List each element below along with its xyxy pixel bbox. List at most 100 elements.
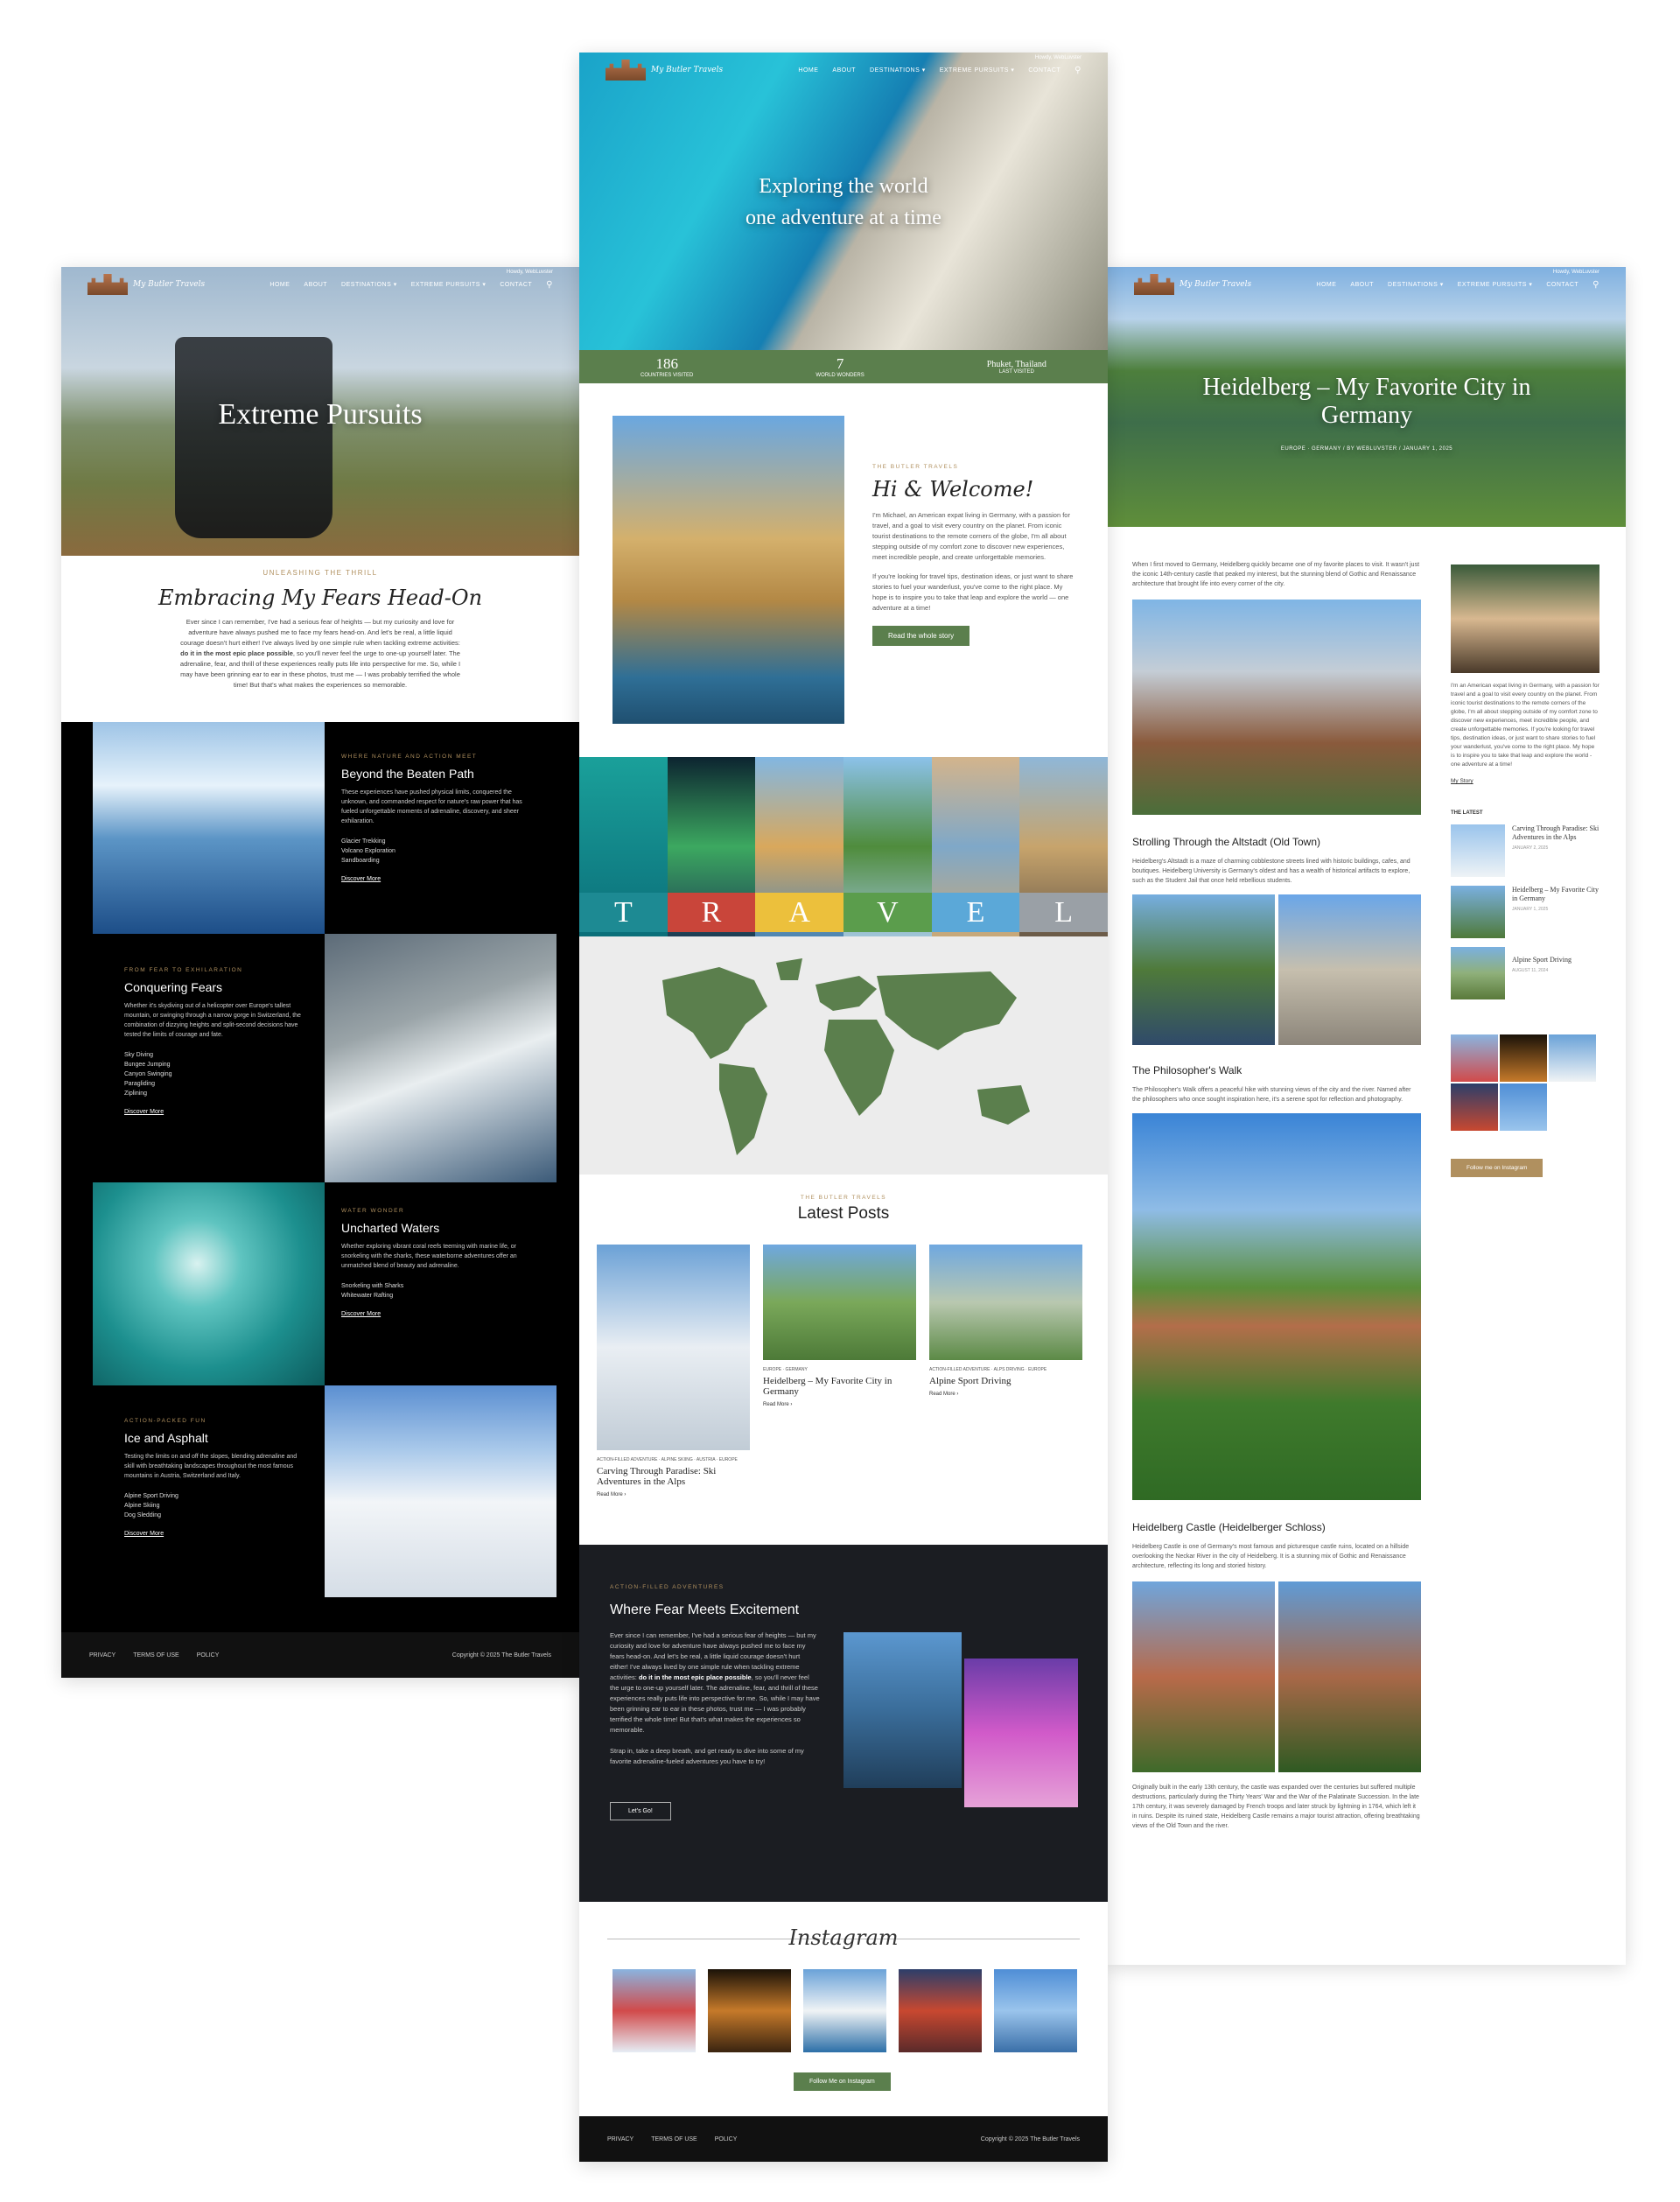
nav-home[interactable]: HOME: [798, 67, 818, 74]
admin-greeting: Howdy, WebLuvster: [506, 270, 553, 275]
castle-logo-icon: [1134, 274, 1174, 295]
footer-privacy[interactable]: PRIVACY: [89, 1652, 116, 1659]
heidelberg-page: Howdy, WebLuvster My Butler Travels HOME…: [1108, 267, 1626, 1965]
read-story-button[interactable]: Read the whole story: [872, 626, 970, 646]
search-icon[interactable]: ⚲: [1074, 66, 1082, 75]
site-logo[interactable]: My Butler Travels: [606, 60, 723, 81]
post-title[interactable]: Heidelberg – My Favorite City in Germany: [763, 1376, 916, 1397]
block-ice-asphalt: ACTION-PACKED FUN Ice and Asphalt Testin…: [124, 1418, 308, 1537]
post-card[interactable]: ACTION-FILLED ADVENTURE · ALPINE SKIING …: [597, 1245, 750, 1497]
nav-about[interactable]: ABOUT: [832, 67, 856, 74]
bridge-gate-image: [1278, 894, 1421, 1045]
main-nav: My Butler Travels HOME ABOUT DESTINATION…: [1108, 267, 1626, 302]
post-title[interactable]: Alpine Sport Driving: [929, 1376, 1082, 1386]
search-icon[interactable]: ⚲: [1592, 280, 1600, 290]
sidebar-post-thumb: [1451, 947, 1505, 999]
footer-privacy[interactable]: PRIVACY: [607, 2136, 634, 2142]
copyright: Copyright © 2025 The Butler Travels: [980, 2135, 1080, 2142]
site-logo[interactable]: My Butler Travels: [1134, 274, 1251, 295]
nav-contact[interactable]: CONTACT: [500, 282, 532, 288]
my-story-link[interactable]: My Story: [1451, 778, 1600, 784]
instagram-thumb[interactable]: [803, 1969, 886, 2052]
canyon-swing-image: [325, 934, 556, 1182]
follow-instagram-button[interactable]: Follow Me on Instagram: [794, 2072, 891, 2091]
read-more-link[interactable]: Read More ›: [763, 1402, 916, 1407]
post-title[interactable]: Carving Through Paradise: Ski Adventures…: [597, 1466, 750, 1487]
post-card[interactable]: ACTION-FILLED ADVENTURE · ALPS DRIVING ·…: [929, 1245, 1082, 1397]
sea-walk-image: [93, 1182, 325, 1385]
footer-terms[interactable]: TERMS OF USE: [133, 1652, 179, 1659]
nav-contact[interactable]: CONTACT: [1028, 67, 1060, 74]
intro-text: Ever since I can remember, I've had a se…: [179, 618, 461, 689]
nav-destinations[interactable]: DESTINATIONS ▾: [1388, 281, 1444, 288]
footer-policy[interactable]: POLICY: [197, 1652, 220, 1659]
nav-extreme-pursuits[interactable]: EXTREME PURSUITS ▾: [411, 281, 486, 288]
latest-title: Latest Posts: [797, 1204, 890, 1223]
nav-destinations[interactable]: DESTINATIONS ▾: [341, 281, 397, 288]
read-more-link[interactable]: Read More ›: [929, 1392, 1082, 1397]
post-title: Heidelberg – My Favorite City in Germany: [1202, 374, 1531, 429]
author-photo: [1451, 565, 1600, 673]
latest-posts-header: THE BUTLER TRAVELS Latest Posts: [579, 1195, 1108, 1224]
instagram-section: Instagram Follow Me on Instagram: [579, 1908, 1108, 2100]
nav-about[interactable]: ABOUT: [304, 282, 327, 288]
follow-instagram-button[interactable]: Follow me on Instagram: [1451, 1159, 1544, 1177]
footer-terms[interactable]: TERMS OF USE: [651, 2136, 697, 2142]
instagram-thumb[interactable]: [899, 1969, 982, 2052]
discover-more-link[interactable]: Discover More: [341, 876, 534, 882]
search-icon[interactable]: ⚲: [546, 280, 553, 290]
nav-home[interactable]: HOME: [270, 282, 290, 288]
extreme-pursuits-page: Howdy, WebLuvster My Butler Travels HOME…: [61, 267, 579, 1678]
fear-section: ACTION-FILLED ADVENTURES Where Fear Meet…: [579, 1545, 1108, 1902]
lets-go-button[interactable]: Let's Go!: [610, 1802, 671, 1820]
block-conquering: FROM FEAR TO EXHILARATION Conquering Fea…: [124, 967, 308, 1115]
nav-about[interactable]: ABOUT: [1350, 282, 1374, 288]
page-title: Extreme Pursuits: [218, 398, 423, 431]
stat-last-visited: Phuket, Thailand LAST VISITED: [986, 359, 1046, 375]
footer-policy[interactable]: POLICY: [715, 2136, 738, 2142]
nav-extreme-pursuits[interactable]: EXTREME PURSUITS ▾: [1458, 281, 1533, 288]
world-map: [579, 936, 1108, 1175]
travel-letters: T R A V E L: [579, 893, 1108, 932]
sidebar: I'm an American expat living in Germany,…: [1451, 565, 1600, 1177]
nav-home[interactable]: HOME: [1316, 282, 1336, 288]
sidebar-post-thumb: [1451, 886, 1505, 938]
iceberg-image: [93, 722, 325, 934]
sidebar-post[interactable]: Carving Through Paradise: Ski Adventures…: [1451, 824, 1600, 877]
stats-bar: 186 COUNTRIES VISITED 7 WORLD WONDERS Phuk…: [579, 350, 1108, 383]
instagram-thumb[interactable]: [1500, 1034, 1547, 1082]
castle-image: [1132, 1581, 1275, 1772]
world-map-graphic: [662, 958, 1030, 1155]
instagram-thumb[interactable]: [1451, 1083, 1498, 1131]
instagram-thumb[interactable]: [612, 1969, 696, 2052]
block-beyond: WHERE NATURE AND ACTION MEET Beyond the …: [341, 754, 534, 882]
discover-more-link[interactable]: Discover More: [124, 1109, 308, 1115]
instagram-thumb[interactable]: [1451, 1034, 1498, 1082]
copyright: Copyright © 2025 The Butler Travels: [452, 1652, 551, 1659]
instagram-thumb[interactable]: [708, 1969, 791, 2052]
castle-ruins-image: [1278, 1581, 1421, 1772]
instagram-thumb[interactable]: [994, 1969, 1077, 2052]
block-title: Conquering Fears: [124, 980, 223, 994]
discover-more-link[interactable]: Discover More: [124, 1531, 308, 1537]
post-card[interactable]: EUROPE · GERMANY Heidelberg – My Favorit…: [763, 1245, 916, 1407]
home-page: Howdy, WebLuvster My Butler Travels HOME…: [579, 53, 1108, 2162]
instagram-thumb[interactable]: [1549, 1034, 1596, 1082]
instagram-thumb[interactable]: [1500, 1083, 1547, 1131]
castle-logo-icon: [606, 60, 646, 81]
block-title: Beyond the Beaten Path: [341, 767, 474, 781]
article-body: When I first moved to Germany, Heidelber…: [1132, 562, 1421, 1829]
sidebar-post[interactable]: Heidelberg – My Favorite City in Germany…: [1451, 886, 1600, 938]
read-more-link[interactable]: Read More ›: [597, 1492, 750, 1497]
nav-extreme-pursuits[interactable]: EXTREME PURSUITS ▾: [940, 67, 1015, 74]
site-logo[interactable]: My Butler Travels: [88, 274, 205, 295]
intro-eyebrow: UNLEASHING THE THRILL: [262, 569, 378, 577]
home-hero: Howdy, WebLuvster My Butler Travels HOME…: [579, 53, 1108, 350]
discover-more-link[interactable]: Discover More: [341, 1311, 534, 1317]
welcome-section: THE BUTLER TRAVELS Hi & Welcome! I'm Mic…: [872, 464, 1074, 646]
sidebar-post[interactable]: Alpine Sport Driving AUGUST 11, 2024: [1451, 947, 1600, 999]
old-town-aerial-image: [1132, 600, 1421, 815]
post-thumbnail: [763, 1245, 916, 1360]
nav-contact[interactable]: CONTACT: [1546, 282, 1578, 288]
nav-destinations[interactable]: DESTINATIONS ▾: [870, 67, 926, 74]
